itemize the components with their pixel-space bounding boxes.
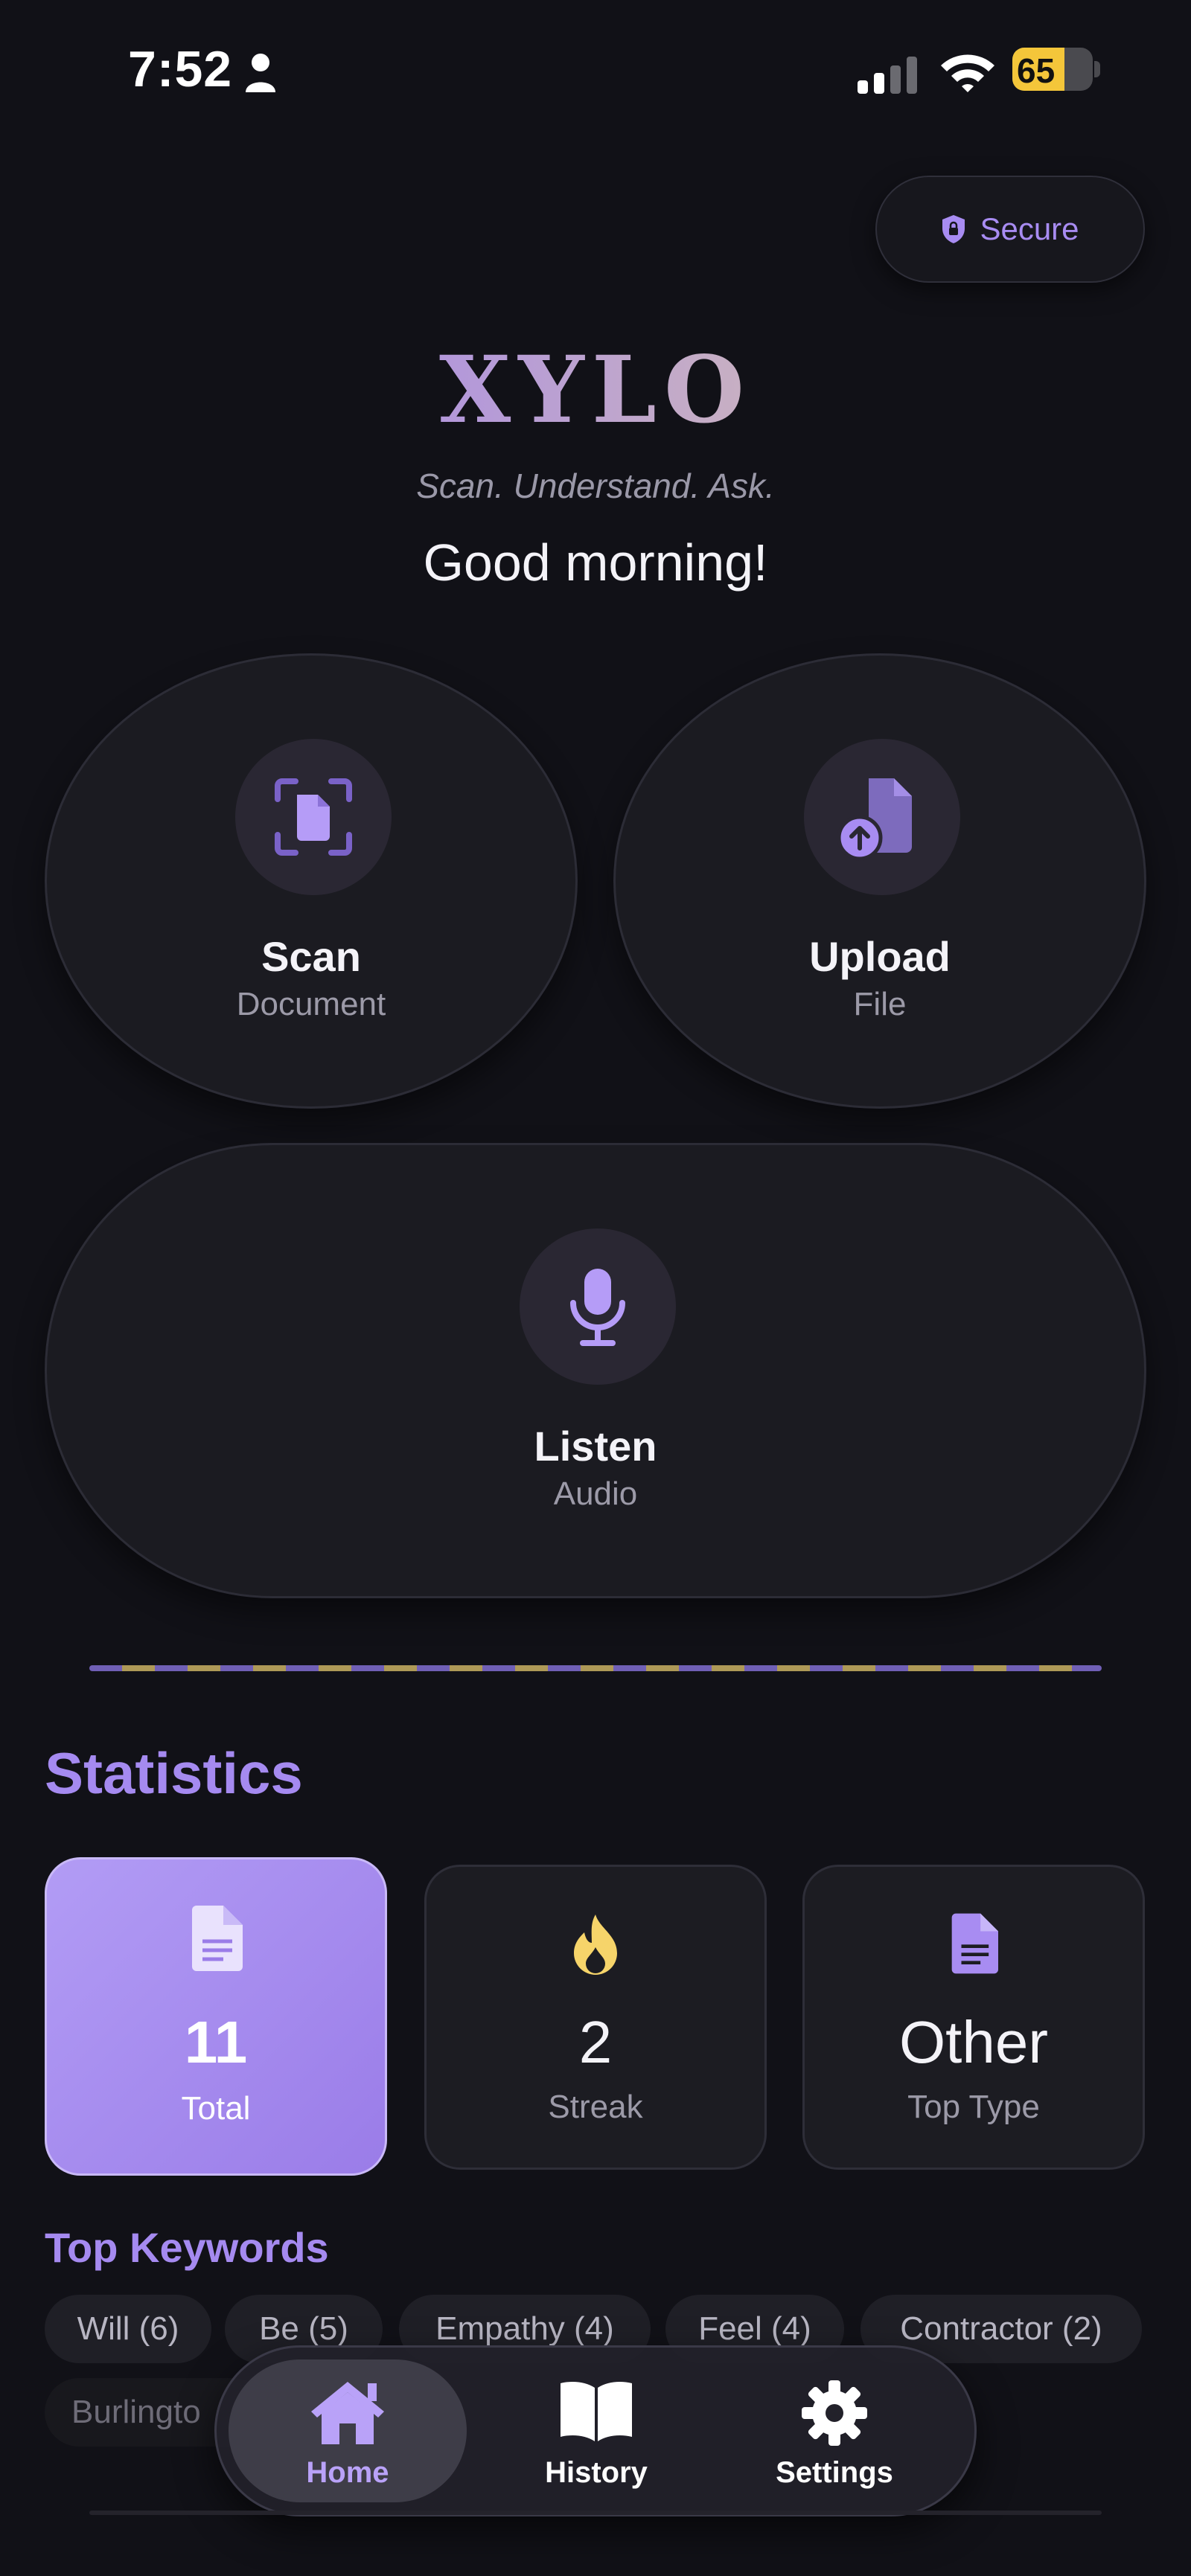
scan-icon-circle bbox=[235, 739, 392, 895]
gear-icon bbox=[802, 2380, 867, 2446]
scan-title: Scan bbox=[261, 933, 361, 980]
listen-subtitle: Audio bbox=[553, 1476, 638, 1512]
book-icon bbox=[561, 2382, 632, 2441]
tab-settings-label: Settings bbox=[776, 2456, 893, 2489]
listen-title: Listen bbox=[534, 1423, 657, 1470]
stat-top-type-value: Other bbox=[898, 2009, 1049, 2075]
battery-percent: 65 bbox=[1017, 51, 1056, 90]
greeting: Good morning! bbox=[423, 534, 768, 592]
stat-card-streak[interactable]: 2 Streak bbox=[424, 1865, 767, 2170]
stat-streak-label: Streak bbox=[548, 2089, 643, 2125]
upload-icon-circle bbox=[804, 739, 960, 895]
keyword-chip[interactable]: Will (6) bbox=[45, 2295, 211, 2363]
status-time: 7:52 bbox=[128, 41, 233, 97]
secure-badge[interactable]: Secure bbox=[875, 176, 1145, 283]
scan-document-button[interactable]: Scan Document bbox=[45, 653, 578, 1109]
upload-title: Upload bbox=[809, 933, 951, 980]
tab-settings[interactable]: Settings bbox=[715, 2359, 954, 2502]
secure-label: Secure bbox=[980, 211, 1079, 246]
home-indicator-line bbox=[89, 2511, 1102, 2515]
stat-top-type-label: Top Type bbox=[907, 2089, 1040, 2125]
document-icon bbox=[951, 1913, 998, 1974]
shield-lock-icon bbox=[942, 215, 965, 243]
home-icon bbox=[311, 2382, 384, 2444]
app-logo: XYLO bbox=[0, 336, 1191, 444]
tab-home-label: Home bbox=[306, 2456, 389, 2489]
tab-home[interactable]: Home bbox=[229, 2359, 467, 2502]
stat-card-total[interactable]: 11 Total bbox=[45, 1857, 387, 2176]
upload-subtitle: File bbox=[853, 986, 907, 1022]
microphone-icon bbox=[570, 1269, 625, 1346]
listen-audio-button[interactable]: Listen Audio bbox=[45, 1143, 1146, 1598]
keywords-heading: Top Keywords bbox=[45, 2224, 329, 2271]
tab-history-label: History bbox=[545, 2456, 648, 2489]
upload-file-icon bbox=[837, 778, 912, 861]
person-icon bbox=[246, 54, 275, 92]
upload-file-button[interactable]: Upload File bbox=[613, 653, 1146, 1109]
section-divider bbox=[89, 1665, 1102, 1671]
stat-card-top-type[interactable]: Other Top Type bbox=[802, 1865, 1145, 2170]
bottom-tab-bar: Home History Settings bbox=[214, 2345, 977, 2516]
flame-icon bbox=[574, 1915, 617, 1975]
stat-streak-value: 2 bbox=[578, 2009, 613, 2075]
scan-document-icon bbox=[275, 778, 352, 856]
wifi-icon bbox=[941, 54, 994, 92]
stat-total-value: 11 bbox=[184, 2009, 248, 2075]
statistics-heading: Statistics bbox=[45, 1740, 303, 1806]
stat-total-label: Total bbox=[181, 2090, 251, 2127]
scan-subtitle: Document bbox=[236, 986, 386, 1022]
document-icon bbox=[192, 1906, 243, 1971]
cellular-signal-icon bbox=[858, 57, 917, 94]
tab-history[interactable]: History bbox=[477, 2359, 715, 2502]
battery-indicator: 65 bbox=[1012, 48, 1103, 92]
tagline: Scan. Understand. Ask. bbox=[416, 467, 775, 505]
listen-icon-circle bbox=[520, 1228, 676, 1385]
